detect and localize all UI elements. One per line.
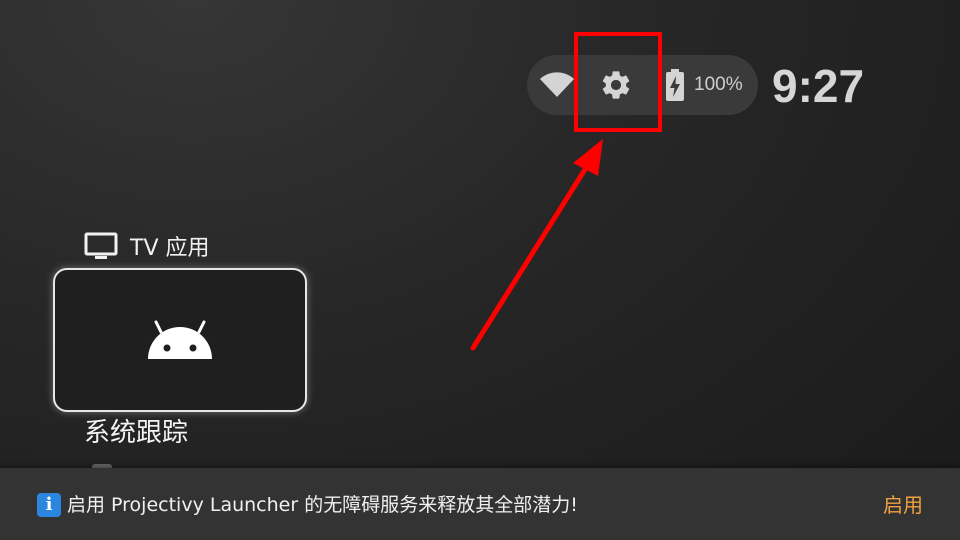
section-heading: TV 应用: [84, 230, 209, 262]
app-label: 系统跟踪: [84, 418, 189, 448]
annotation-highlight-box: [574, 32, 662, 132]
app-card-system-trace[interactable]: [53, 268, 307, 412]
snackbar-message: 启用 Projectivy Launcher 的无障碍服务来释放其全部潜力!: [67, 494, 578, 516]
battery-charging-icon: [664, 55, 686, 115]
section-title: TV 应用: [130, 236, 210, 261]
battery-percent: 100%: [694, 74, 743, 95]
enable-button[interactable]: 启用: [872, 488, 934, 522]
clock: 9:27: [772, 60, 865, 112]
wifi-icon[interactable]: [535, 55, 579, 115]
info-icon: i: [37, 493, 61, 517]
android-icon: [148, 320, 212, 359]
tv-icon: [84, 232, 118, 259]
